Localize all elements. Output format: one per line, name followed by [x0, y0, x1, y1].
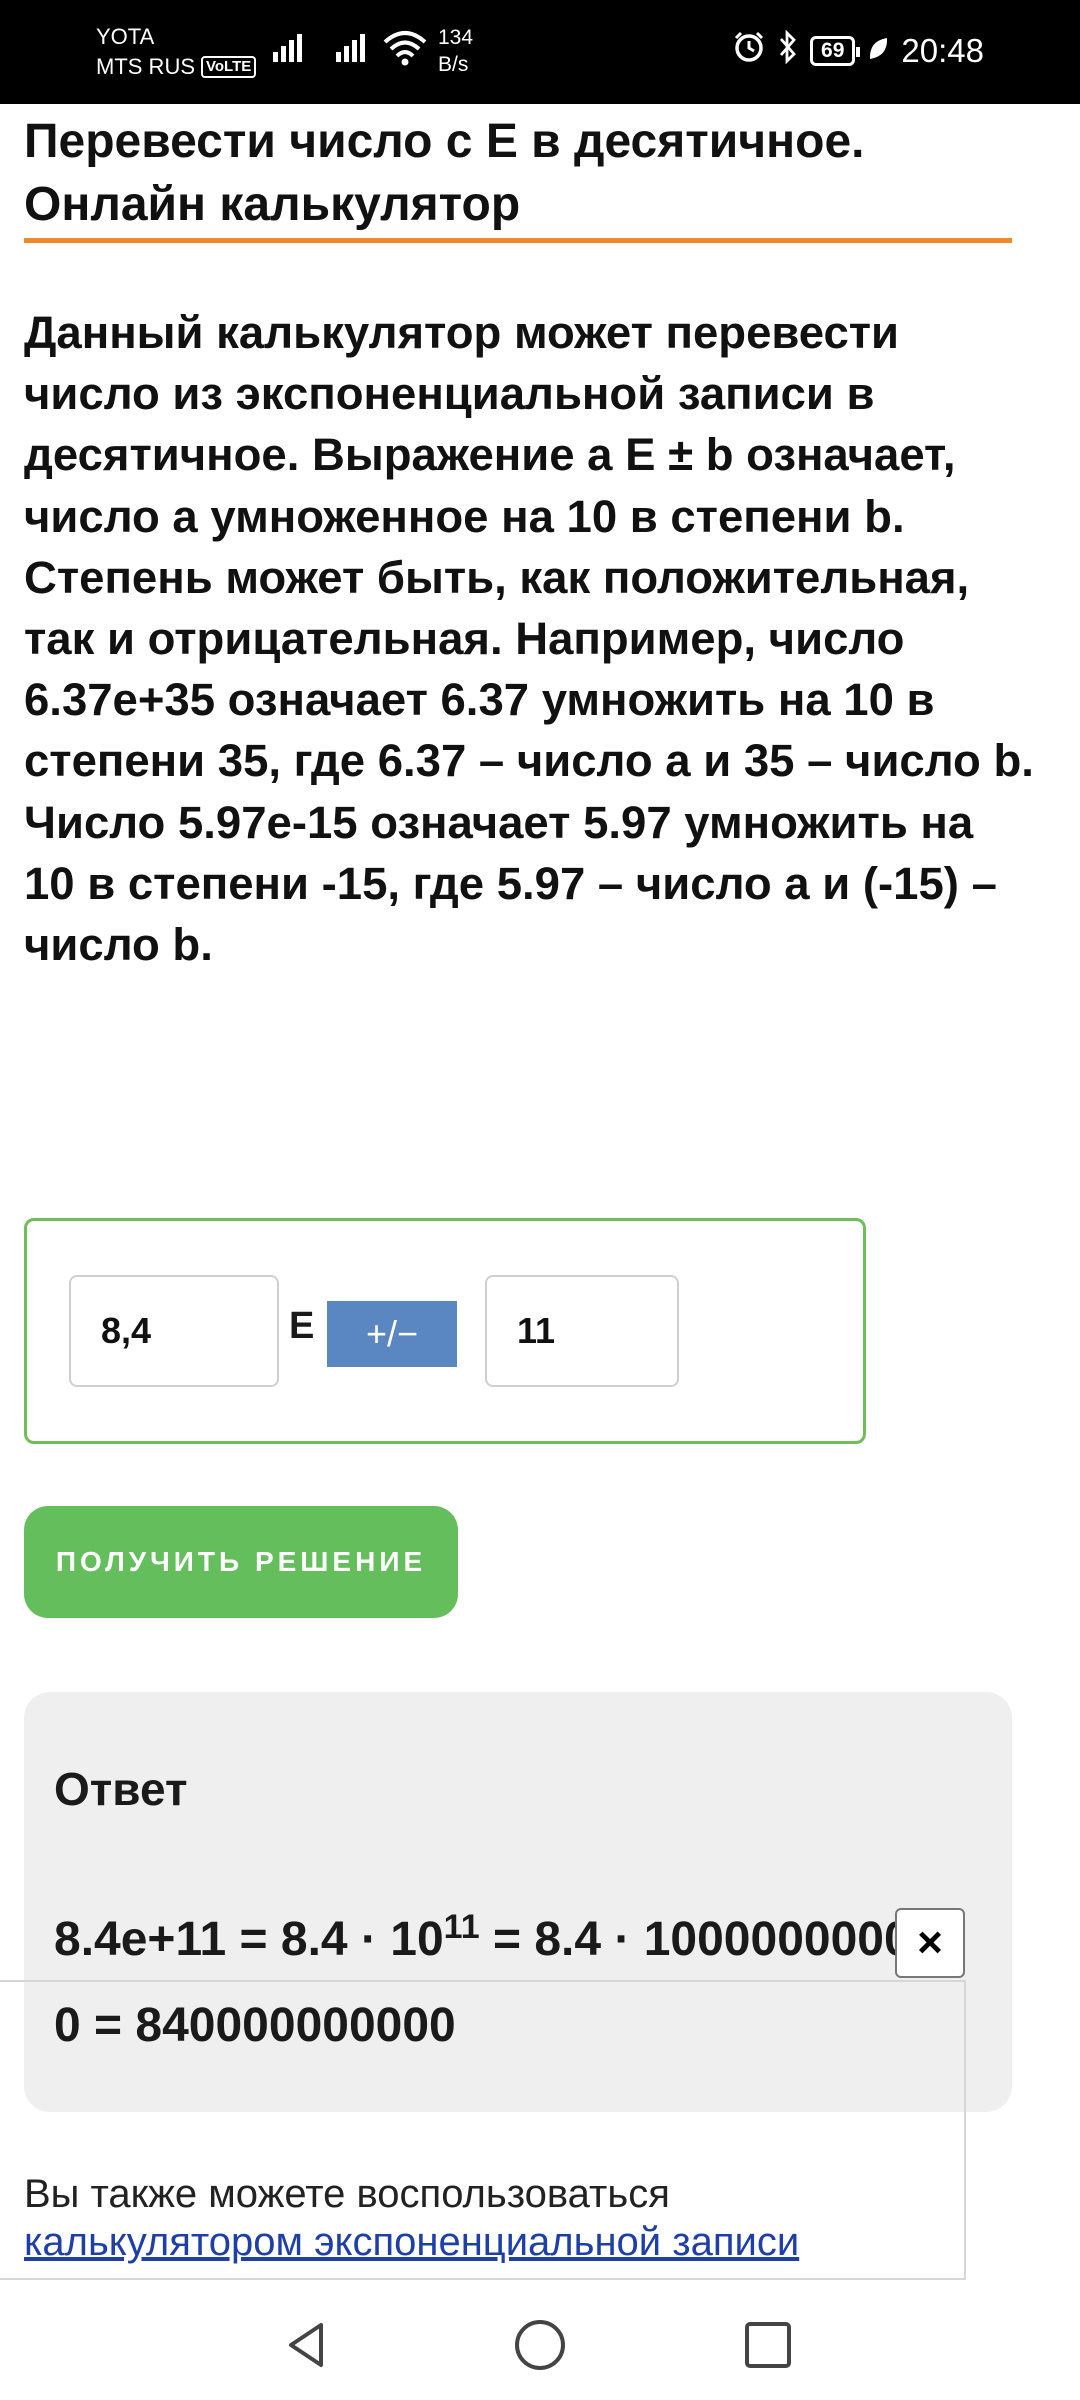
carrier-1: YOTA — [96, 24, 155, 49]
back-button[interactable] — [272, 2310, 342, 2380]
carrier-info: YOTA MTS RUS VoLTE — [96, 22, 257, 82]
recent-apps-icon — [745, 2322, 791, 2368]
battery-icon: 69 — [810, 36, 861, 66]
bluetooth-icon — [778, 29, 798, 72]
back-icon — [289, 2323, 323, 2367]
status-right: 69 20:48 — [732, 29, 984, 72]
recent-apps-button[interactable] — [733, 2310, 803, 2380]
close-icon: × — [917, 1918, 943, 1967]
page-title: Перевести число с E в десятичное. Онлайн… — [24, 115, 865, 231]
also-text: Вы также можете воспользоваться — [24, 2172, 670, 2216]
clock: 20:48 — [901, 32, 984, 69]
status-bar: YOTA MTS RUS VoLTE 134 B/s 69 20:48 — [0, 0, 1080, 104]
description-text: Данный калькулятор может перевести число… — [24, 307, 1034, 971]
carrier-2: MTS RUS — [96, 54, 195, 79]
home-button[interactable] — [505, 2310, 575, 2380]
leaf-icon — [867, 32, 889, 70]
wifi-icon — [382, 30, 428, 71]
title-divider — [24, 238, 1012, 243]
answer-result: 8.4e+11 = 8.4 · 1011 = 8.4 · 10000000000… — [54, 1884, 964, 2069]
volte-badge: VoLTE — [201, 56, 257, 78]
mantissa-input[interactable] — [69, 1275, 279, 1387]
alarm-icon — [732, 30, 766, 72]
sign-toggle-button[interactable]: +/− — [327, 1301, 457, 1367]
net-speed: 134 B/s — [438, 26, 474, 76]
answer-left: 8.4e+11 = 8.4 · 10 — [54, 1913, 444, 1966]
exponent-input[interactable] — [485, 1275, 679, 1387]
answer-panel: Ответ 8.4e+11 = 8.4 · 1011 = 8.4 · 10000… — [24, 1692, 1012, 2112]
navigation-bar — [0, 2288, 1080, 2400]
signal-icon — [273, 34, 305, 62]
e-label: E — [289, 1305, 315, 1347]
signal-icon — [336, 34, 368, 62]
answer-exponent: 11 — [443, 1908, 480, 1946]
ad-close-button[interactable]: × — [895, 1908, 965, 1978]
exponential-calculator-link[interactable]: калькулятором экспоненциальной записи — [24, 2218, 799, 2266]
get-solution-button[interactable]: ПОЛУЧИТЬ РЕШЕНИЕ — [24, 1506, 458, 1618]
answer-heading: Ответ — [54, 1763, 188, 1815]
home-icon — [515, 2320, 565, 2370]
calculator-form: E +/− — [24, 1218, 866, 1444]
